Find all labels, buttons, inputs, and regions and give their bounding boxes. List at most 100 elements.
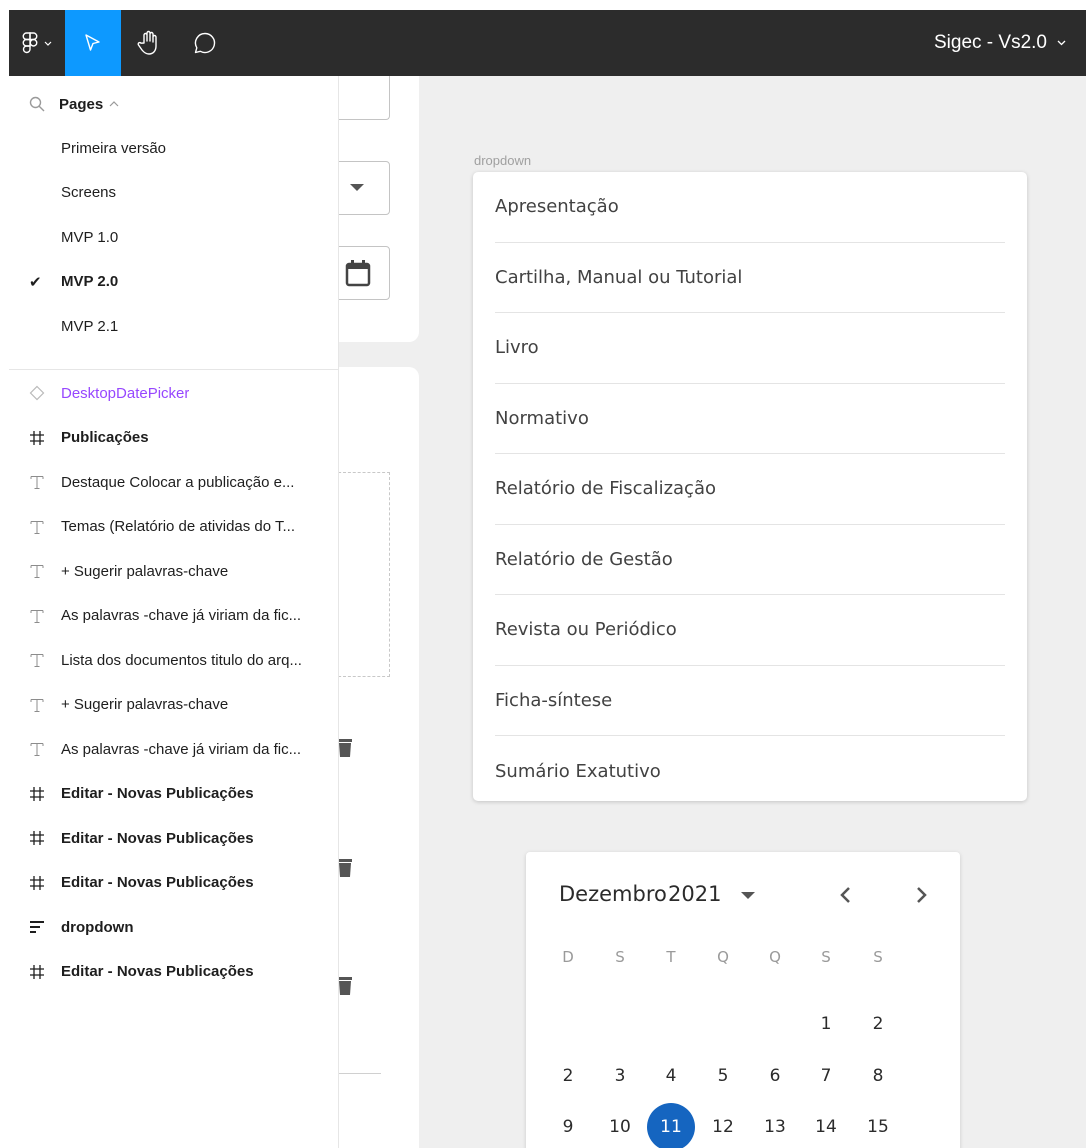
layer-item[interactable]: Editar - Novas Publicações bbox=[9, 778, 339, 810]
layer-label: As palavras -chave já viriam da fic... bbox=[61, 607, 302, 624]
frame-icon bbox=[9, 875, 61, 891]
dropdown-option[interactable]: Revista ou Periódico bbox=[495, 595, 1005, 666]
frame-icon bbox=[9, 830, 61, 846]
pages-title: Pages bbox=[59, 95, 104, 113]
move-tool-button[interactable] bbox=[65, 10, 121, 76]
calendar-day[interactable]: 2 bbox=[854, 1000, 902, 1048]
layer-item[interactable]: Editar - Novas Publicações bbox=[9, 956, 339, 988]
frame-icon bbox=[9, 430, 61, 446]
page-item[interactable]: Primeira versão bbox=[9, 131, 339, 165]
layers-panel: Pages Primeira versão Screens MVP 1.0 ✔ MVP … bbox=[9, 76, 339, 1148]
calendar-day[interactable]: 3 bbox=[596, 1052, 644, 1100]
calendar-day[interactable]: 7 bbox=[802, 1052, 850, 1100]
layer-label: Editar - Novas Publicações bbox=[61, 785, 254, 802]
layer-label: dropdown bbox=[61, 918, 134, 936]
frame-label-dropdown: dropdown bbox=[474, 153, 532, 168]
calendar-day-selected[interactable]: 11 bbox=[647, 1103, 695, 1148]
hand-icon bbox=[137, 30, 157, 55]
text-icon bbox=[9, 652, 61, 668]
calendar-year[interactable]: 2021 bbox=[668, 882, 721, 906]
dropdown-option[interactable]: Cartilha, Manual ou Tutorial bbox=[495, 243, 1005, 313]
file-title-menu[interactable]: Sigec - Vs2.0 bbox=[934, 10, 1086, 76]
page-item[interactable]: Screens bbox=[9, 176, 339, 210]
page-item[interactable]: MVP 2.1 bbox=[9, 309, 339, 343]
chevron-right-icon[interactable] bbox=[916, 886, 928, 904]
component-icon bbox=[9, 385, 61, 401]
weekday-header: Q bbox=[717, 948, 729, 966]
page-item[interactable]: MVP 1.0 bbox=[9, 220, 339, 254]
layer-item[interactable]: Lista dos documentos titulo do arq... bbox=[9, 644, 339, 676]
dropdown-option[interactable]: Relatório de Fiscalização bbox=[495, 454, 1005, 525]
layer-label: Editar - Novas Publicações bbox=[61, 963, 254, 980]
calendar-day[interactable]: 12 bbox=[699, 1103, 747, 1148]
calendar-day[interactable]: 13 bbox=[751, 1103, 799, 1148]
chevron-left-icon[interactable] bbox=[839, 886, 851, 904]
comment-icon bbox=[194, 32, 216, 54]
main-menu-button[interactable] bbox=[9, 10, 65, 76]
weekday-header: S bbox=[615, 948, 625, 966]
dashed-upload-area bbox=[339, 472, 390, 677]
year-dropdown-caret-icon[interactable] bbox=[741, 892, 755, 900]
dropdown-option[interactable]: Livro bbox=[495, 313, 1005, 384]
autolayout-icon bbox=[9, 919, 61, 935]
layer-item[interactable]: Editar - Novas Publicações bbox=[9, 822, 339, 854]
layer-item[interactable]: As palavras -chave já viriam da fic... bbox=[9, 733, 339, 765]
layer-item[interactable]: Temas (Relatório de atividas do T... bbox=[9, 511, 339, 543]
layer-item[interactable]: DesktopDatePicker bbox=[9, 377, 339, 409]
layer-label: Destaque Colocar a publicação e... bbox=[61, 473, 295, 491]
layer-item[interactable]: + Sugerir palavras-chave bbox=[9, 689, 339, 721]
layer-item[interactable]: Destaque Colocar a publicação e... bbox=[9, 466, 339, 498]
page-item[interactable]: ✔ MVP 2.0 bbox=[9, 265, 339, 299]
chevron-down-icon bbox=[44, 41, 52, 46]
page-label: Primeira versão bbox=[61, 139, 167, 157]
dropdown-option[interactable]: Ficha-síntese bbox=[495, 666, 1005, 736]
layer-label: As palavras -chave já viriam da fic... bbox=[61, 740, 302, 758]
calendar-day[interactable]: 14 bbox=[802, 1103, 850, 1148]
calendar-day[interactable]: 2 bbox=[544, 1052, 592, 1100]
caret-down-icon bbox=[350, 184, 364, 191]
chevron-up-icon[interactable] bbox=[109, 101, 119, 107]
page-label: MVP 1.0 bbox=[61, 228, 119, 246]
calendar-day[interactable]: 4 bbox=[647, 1052, 695, 1100]
dropdown-option[interactable]: Apresentação bbox=[495, 172, 1005, 243]
layer-label: + Sugerir palavras-chave bbox=[61, 696, 229, 713]
layer-label: Editar - Novas Publicações bbox=[61, 874, 254, 891]
layer-item[interactable]: As palavras -chave já viriam da fic... bbox=[9, 600, 339, 632]
layer-item[interactable]: + Sugerir palavras-chave bbox=[9, 555, 339, 587]
select-field-partial bbox=[339, 161, 390, 215]
calendar-day[interactable]: 9 bbox=[544, 1103, 592, 1148]
weekday-header: T bbox=[666, 948, 676, 966]
calendar-day[interactable]: 8 bbox=[854, 1052, 902, 1100]
calendar-day[interactable]: 15 bbox=[854, 1103, 902, 1148]
layer-item[interactable]: dropdown bbox=[9, 911, 339, 943]
file-title: Sigec - Vs2.0 bbox=[934, 32, 1047, 53]
figma-logo-icon bbox=[22, 32, 38, 54]
hand-tool-button[interactable] bbox=[121, 10, 177, 76]
search-icon[interactable] bbox=[29, 96, 45, 112]
date-picker: Dezembro 2021 D S T Q Q S S 1 2 2 3 4 5 6 7 8 9 10 11 12 13 1… bbox=[526, 852, 960, 1148]
calendar-day[interactable]: 1 bbox=[802, 1000, 850, 1048]
top-toolbar: Sigec - Vs2.0 bbox=[9, 10, 1086, 76]
pages-header[interactable]: Pages bbox=[9, 90, 339, 118]
layer-item[interactable]: Publicações bbox=[9, 422, 339, 454]
dropdown-option[interactable]: Sumário Exatutivo bbox=[495, 736, 1005, 807]
weekday-header: S bbox=[821, 948, 831, 966]
comment-tool-button[interactable] bbox=[177, 10, 233, 76]
text-icon bbox=[9, 474, 61, 490]
text-icon bbox=[9, 608, 61, 624]
form-frame-top bbox=[339, 76, 419, 342]
calendar-day[interactable]: 10 bbox=[596, 1103, 644, 1148]
calendar-icon bbox=[345, 260, 371, 287]
dropdown-option[interactable]: Relatório de Gestão bbox=[495, 525, 1005, 595]
calendar-month[interactable]: Dezembro bbox=[559, 882, 667, 906]
frame-icon bbox=[9, 786, 61, 802]
layer-label: Publicações bbox=[61, 429, 149, 446]
layer-label: DesktopDatePicker bbox=[61, 384, 190, 402]
weekday-header: Q bbox=[769, 948, 781, 966]
page-label: MVP 2.1 bbox=[61, 317, 119, 335]
calendar-day[interactable]: 6 bbox=[751, 1052, 799, 1100]
calendar-day[interactable]: 5 bbox=[699, 1052, 747, 1100]
layer-item[interactable]: Editar - Novas Publicações bbox=[9, 867, 339, 899]
form-frame-bottom bbox=[339, 367, 419, 1148]
dropdown-option[interactable]: Normativo bbox=[495, 384, 1005, 454]
